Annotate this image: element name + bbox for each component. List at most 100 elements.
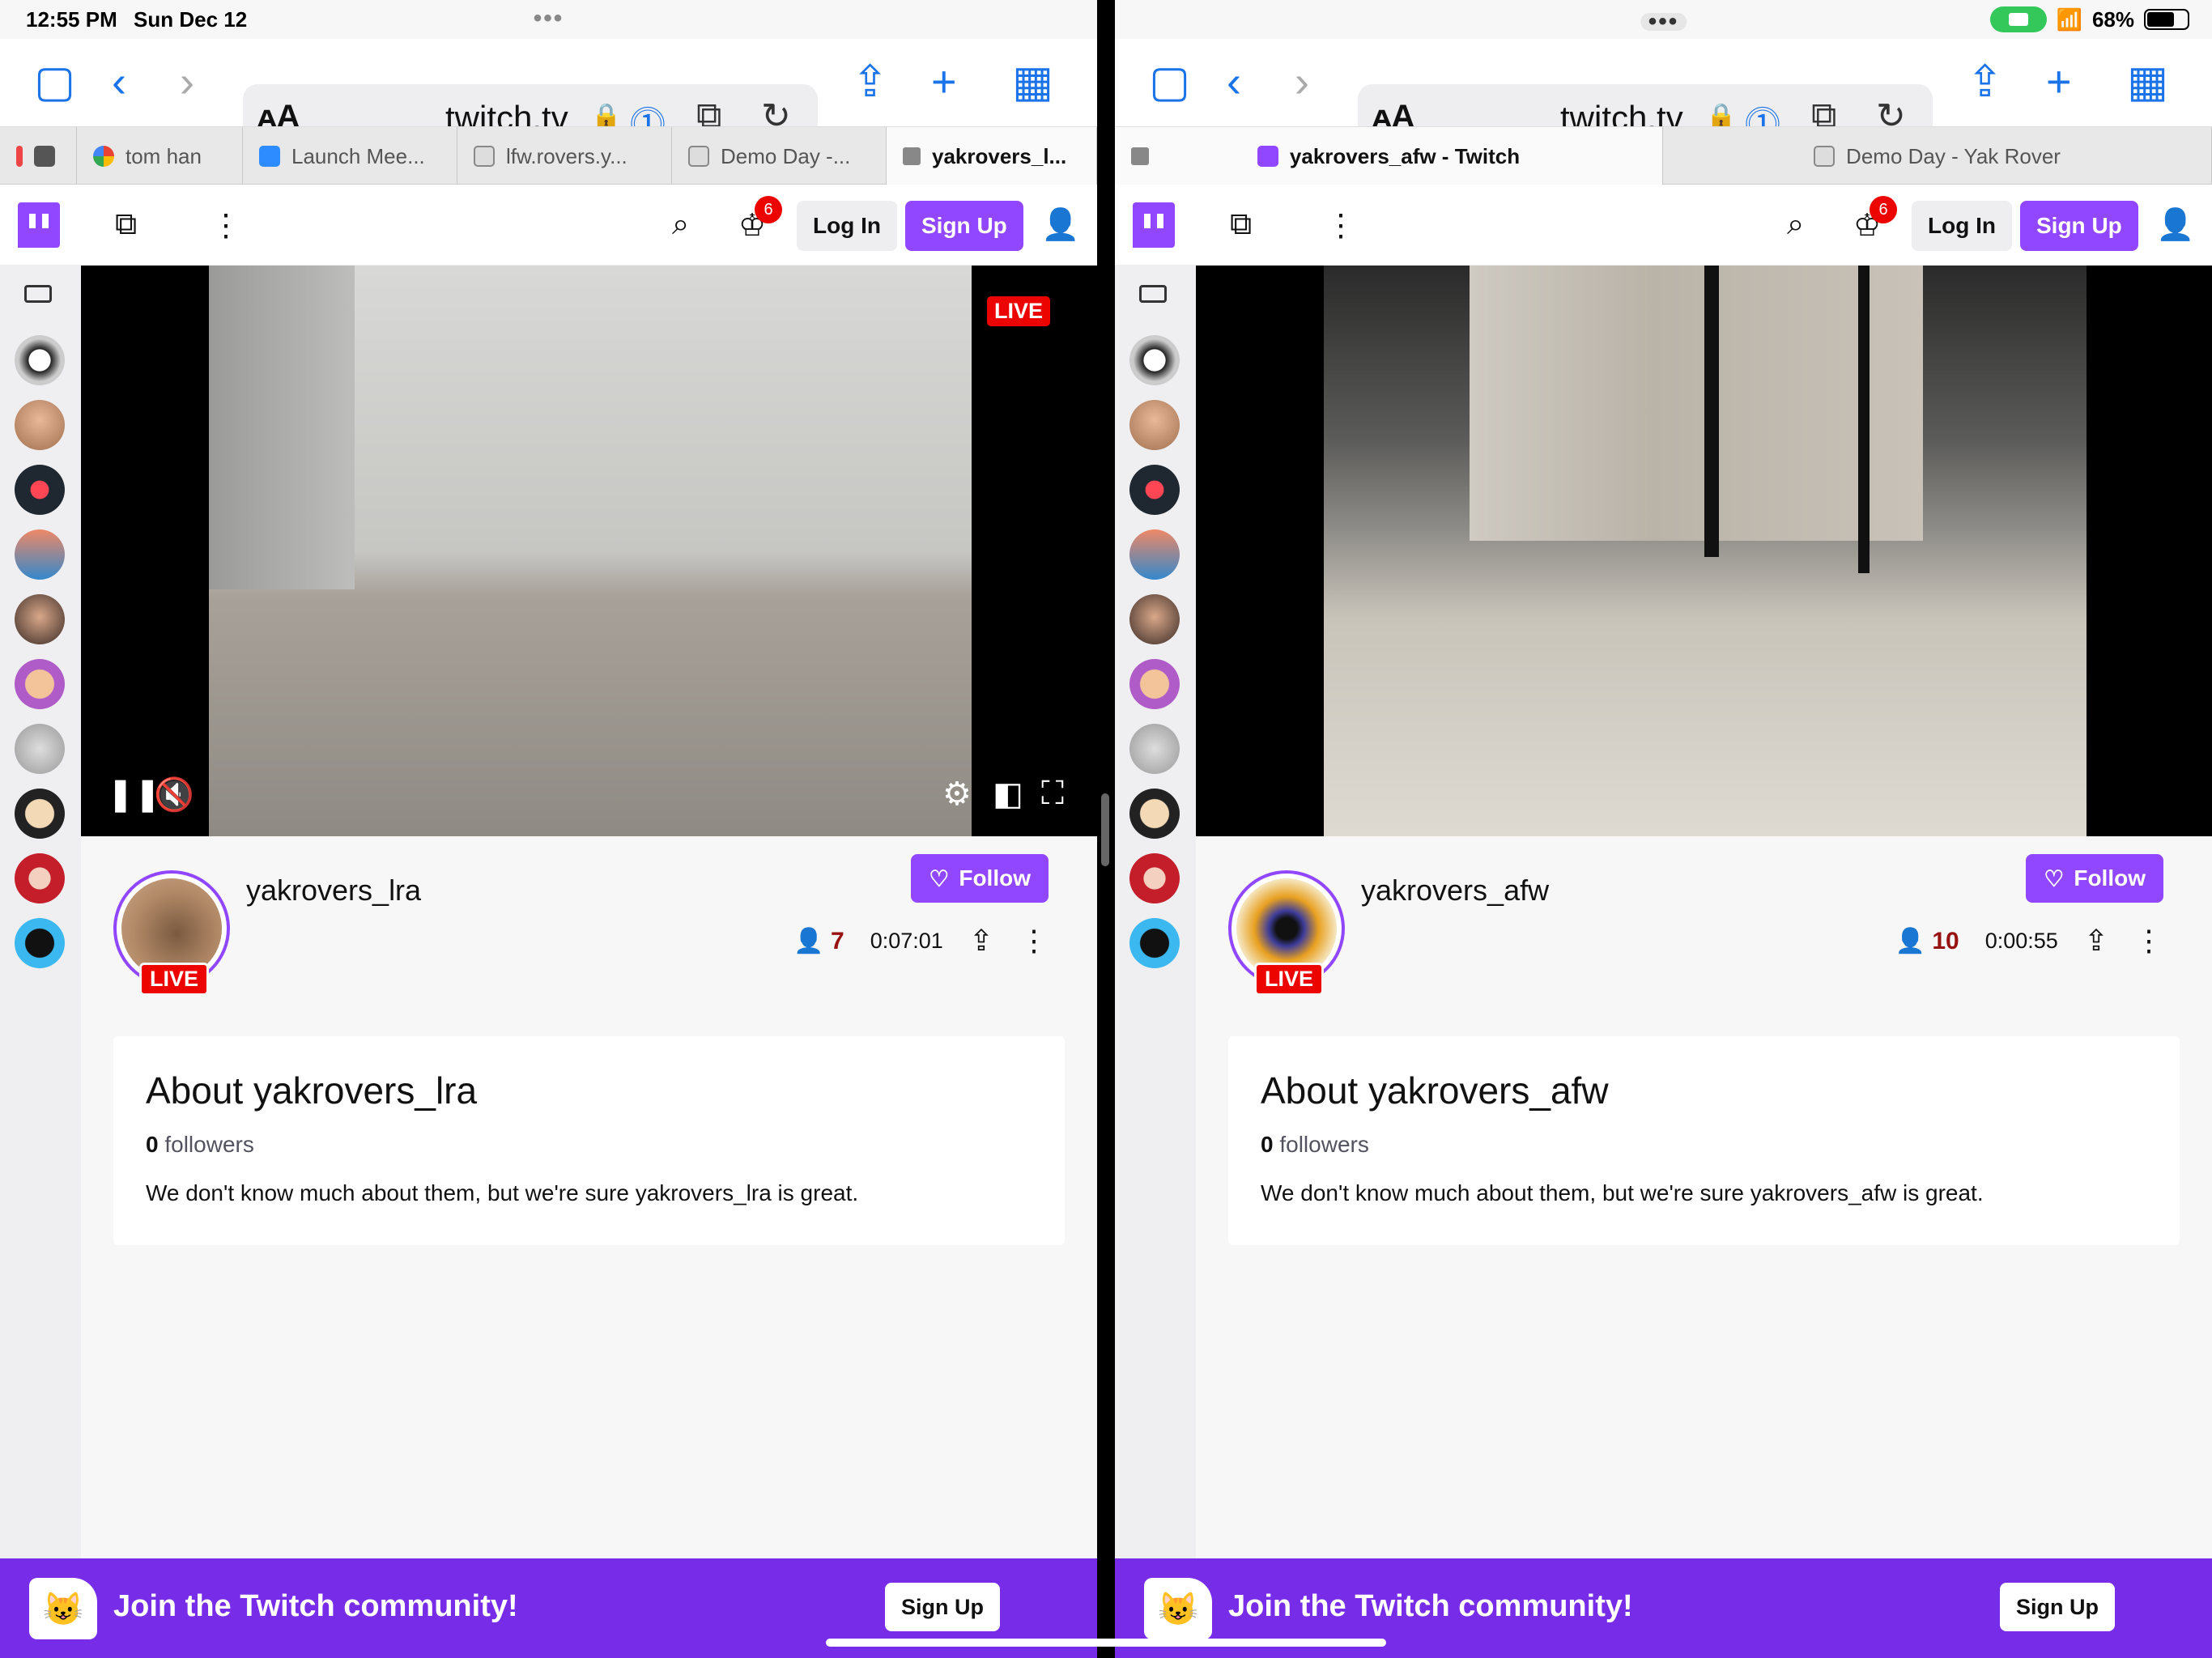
browse-icon[interactable]: ⧉: [115, 207, 137, 242]
sidebar-toggle-icon[interactable]: ▢: [34, 57, 75, 106]
more-vertical-icon[interactable]: ⋮: [2134, 924, 2163, 958]
forward-icon[interactable]: ›: [180, 57, 194, 106]
channel-avatar[interactable]: [15, 724, 65, 774]
tab[interactable]: lfw.rovers.y...: [457, 127, 672, 185]
signup-button[interactable]: Sign Up: [905, 201, 1023, 251]
prime-crown-icon[interactable]: ♔ 6: [738, 196, 782, 244]
channel-name[interactable]: yakrovers_lra: [246, 874, 421, 908]
channel-avatar[interactable]: [15, 335, 65, 385]
tab[interactable]: tom han: [77, 127, 243, 185]
share-icon[interactable]: ⇪: [1967, 57, 2003, 106]
more-vertical-icon[interactable]: ⋮: [211, 207, 241, 244]
channel-avatar[interactable]: [15, 400, 65, 450]
video-camera-icon[interactable]: [1139, 285, 1167, 303]
tab-active[interactable]: yakrovers_l...: [887, 127, 1097, 185]
viewers-icon: 👤: [793, 927, 824, 954]
viewer-count: 👤 7: [793, 927, 844, 954]
signup-button[interactable]: Sign Up: [2020, 201, 2138, 251]
video-camera-icon[interactable]: [24, 285, 52, 303]
channel-avatar[interactable]: [1129, 853, 1180, 903]
new-tab-icon[interactable]: +: [2046, 57, 2072, 106]
tab-active[interactable]: yakrovers_afw - Twitch: [1115, 127, 1663, 185]
more-vertical-icon[interactable]: ⋮: [1019, 924, 1049, 958]
channel-avatar[interactable]: [1129, 529, 1180, 580]
banner-text: Join the Twitch community!: [1228, 1589, 1633, 1623]
channel-avatar[interactable]: [1129, 724, 1180, 774]
search-icon[interactable]: ⌕: [1787, 207, 1804, 242]
about-panel: About yakrovers_afw 0 followers We don't…: [1228, 1036, 2180, 1245]
channel-avatar[interactable]: [15, 465, 65, 515]
channel-avatar[interactable]: [15, 659, 65, 709]
follow-button[interactable]: ♡ Follow: [911, 854, 1049, 903]
tab[interactable]: [0, 127, 77, 185]
share-icon[interactable]: ⇪: [2084, 924, 2108, 958]
tab[interactable]: Demo Day -...: [672, 127, 887, 185]
uptime: 0:07:01: [870, 928, 943, 953]
tab-overview-icon[interactable]: ▦: [1012, 57, 1053, 106]
settings-gear-icon[interactable]: ⚙: [942, 776, 972, 813]
login-button[interactable]: Log In: [1912, 201, 2012, 251]
channel-name[interactable]: yakrovers_afw: [1361, 874, 1549, 908]
channel-avatar[interactable]: [15, 594, 65, 644]
live-badge: LIVE: [986, 296, 1050, 326]
close-tab-icon[interactable]: [1131, 147, 1149, 165]
heart-icon: ♡: [929, 865, 950, 891]
twitch-logo-icon[interactable]: [18, 202, 60, 248]
prime-crown-icon[interactable]: ♔ 6: [1853, 196, 1897, 244]
channel-avatar[interactable]: [1129, 659, 1180, 709]
back-icon[interactable]: ‹: [1227, 57, 1241, 106]
twitch-logo-icon[interactable]: [1133, 202, 1175, 248]
theatre-mode-icon[interactable]: ◧: [993, 776, 1023, 813]
notification-badge: 6: [755, 196, 782, 223]
forward-icon[interactable]: ›: [1295, 57, 1309, 106]
channel-avatar[interactable]: [1129, 335, 1180, 385]
video-frame: [1324, 266, 2087, 836]
tab[interactable]: Launch Mee...: [243, 127, 457, 185]
channel-avatar[interactable]: [15, 529, 65, 580]
video-player[interactable]: LIVE ❚❚ 🔇 ⚙ ◧ ⛶: [81, 266, 1097, 836]
channel-avatar[interactable]: [1129, 789, 1180, 839]
user-icon[interactable]: 👤: [2156, 207, 2194, 243]
fullscreen-icon[interactable]: ⛶: [1041, 776, 1064, 812]
channel-avatar[interactable]: [1129, 465, 1180, 515]
left-safari-pane: ••• ▢ ‹ › ᴀA twitch.tv 🔒 ⓵ ⧉ ↻ ⇪ + ▦ tom…: [0, 0, 1097, 1658]
back-icon[interactable]: ‹: [112, 57, 126, 106]
channel-avatar[interactable]: [1129, 918, 1180, 968]
banner-signup-button[interactable]: Sign Up: [2000, 1583, 2115, 1631]
followed-channels-sidebar: [0, 266, 81, 1561]
sidebar-toggle-icon[interactable]: ▢: [1149, 57, 1190, 106]
wifi-icon: 📶: [2056, 6, 2082, 32]
new-tab-icon[interactable]: +: [931, 57, 957, 106]
browse-icon[interactable]: ⧉: [1230, 207, 1252, 242]
tab[interactable]: Demo Day - Yak Rover: [1663, 127, 2212, 185]
share-icon[interactable]: ⇪: [852, 57, 888, 106]
split-view-divider-handle[interactable]: [1101, 793, 1109, 866]
search-icon[interactable]: ⌕: [672, 207, 689, 242]
battery-percent: 68%: [2091, 6, 2134, 32]
more-vertical-icon[interactable]: ⋮: [1325, 207, 1356, 244]
login-button[interactable]: Log In: [797, 201, 897, 251]
channel-avatar[interactable]: [1129, 400, 1180, 450]
status-date: Sun Dec 12: [134, 7, 248, 32]
channel-avatar[interactable]: [15, 789, 65, 839]
ipad-screen: 12:55 PM Sun Dec 12 ••• ▢ ‹ › ᴀA twitch.…: [0, 0, 2212, 1658]
user-icon[interactable]: 👤: [1041, 207, 1079, 243]
about-title: About yakrovers_afw: [1261, 1069, 1609, 1112]
banner-signup-button[interactable]: Sign Up: [885, 1583, 1000, 1631]
follow-button[interactable]: ♡ Follow: [2026, 854, 2163, 903]
video-player[interactable]: [1196, 266, 2212, 836]
followers-count: 0 followers: [1261, 1132, 1369, 1157]
pause-icon[interactable]: ❚❚: [107, 776, 161, 813]
status-right-group: 📶 68%: [1726, 0, 2212, 39]
notification-badge: 6: [1870, 196, 1897, 223]
channel-avatar[interactable]: [15, 918, 65, 968]
share-icon[interactable]: ⇪: [969, 924, 993, 958]
twitch-header: ⧉ ⋮ ⌕ ♔ 6 Log In Sign Up 👤: [0, 185, 1097, 266]
channel-avatar[interactable]: [15, 853, 65, 903]
channel-avatar[interactable]: [1129, 594, 1180, 644]
channel-info: LIVE yakrovers_afw ♡ Follow 👤 10 0:00:55 …: [1196, 836, 2212, 1047]
tab-overview-icon[interactable]: ▦: [2127, 57, 2168, 106]
mute-icon[interactable]: 🔇: [154, 776, 194, 814]
stream-meta: 👤 7 0:07:01 ⇪ ⋮: [793, 924, 1049, 958]
home-indicator[interactable]: [826, 1639, 1386, 1647]
